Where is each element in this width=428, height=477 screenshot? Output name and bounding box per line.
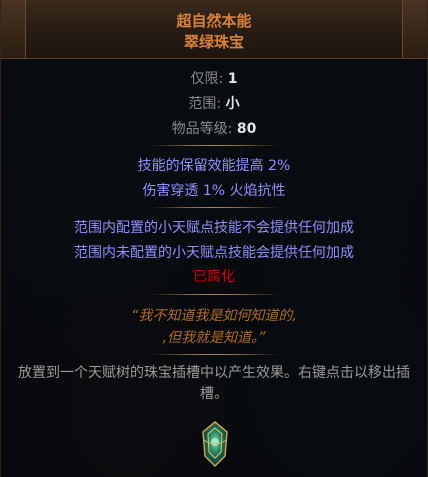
item-level-row: 物品等级: 80 (1, 118, 427, 138)
item-tooltip: 超自然本能 翠绿珠宝 仅限: 1 范围: 小 物品等级: 80 技能的保留效能提… (0, 0, 428, 477)
usage-description: 放置到一个天赋树的珠宝插槽中以产生效果。右键点击以移出插槽。 (18, 365, 410, 402)
jewel-icon (202, 421, 228, 468)
item-name: 超自然本能 (176, 12, 252, 30)
item-base-type: 翠绿珠宝 (183, 33, 244, 51)
explicit-mod: 伤害穿透 1% 火焰抗性 (142, 183, 286, 199)
separator (151, 207, 279, 208)
item-level-value: 80 (236, 121, 257, 137)
item-level-label: 物品等级: (171, 121, 233, 137)
limit-label: 仅限: (190, 71, 224, 87)
unique-mod: 范围内未配置的小天赋点技能会提供任何加成 (74, 245, 354, 261)
radius-value: 小 (225, 96, 240, 112)
separator (151, 145, 279, 146)
radius-label: 范围: (188, 96, 222, 112)
unique-mod: 范围内配置的小天赋点技能不会提供任何加成 (74, 220, 354, 236)
tooltip-header: 超自然本能 翠绿珠宝 (1, 0, 427, 59)
flavour-text-line: ,但我就是知道。” (162, 330, 266, 346)
limit-value: 1 (227, 71, 238, 87)
separator (151, 294, 279, 295)
flavour-text-line: “我不知道我是如何知道的, (131, 308, 297, 324)
explicit-mod: 技能的保留效能提高 2% (137, 158, 291, 174)
corrupted-label: 已腐化 (193, 269, 235, 285)
radius-row: 范围: 小 (1, 93, 427, 113)
limit-row: 仅限: 1 (1, 68, 427, 88)
separator (151, 354, 279, 355)
